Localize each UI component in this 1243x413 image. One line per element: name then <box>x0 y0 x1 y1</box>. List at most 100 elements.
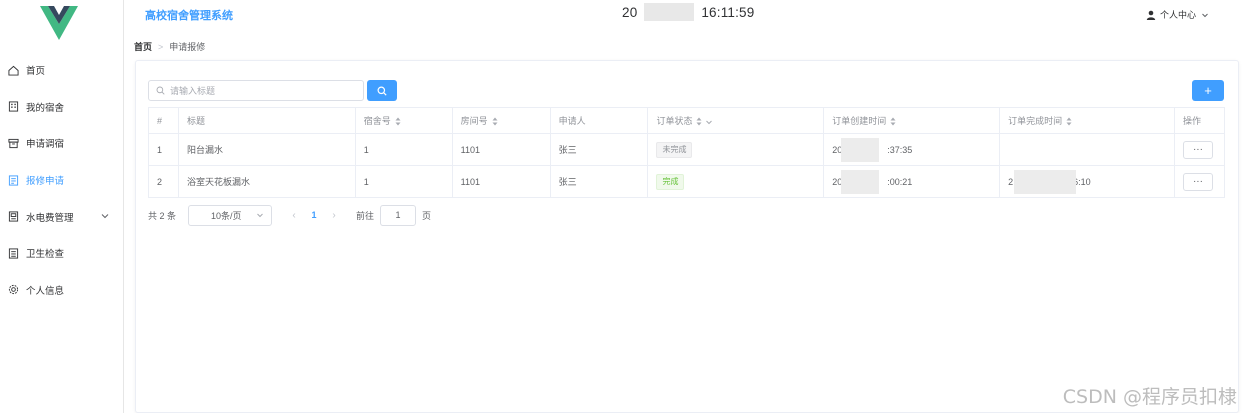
sidebar-item-utility[interactable]: 水电费管理 <box>0 198 124 235</box>
breadcrumb: 首页 > 申请报修 <box>134 40 205 53</box>
column-header: # <box>148 107 179 134</box>
filter-chevron-icon[interactable] <box>705 118 713 126</box>
user-center-dropdown[interactable]: 个人中心 <box>1146 8 1209 21</box>
cell-applicant: 张三 <box>550 133 649 166</box>
sidebar-item-home[interactable]: 首页 <box>0 52 124 89</box>
search-input[interactable] <box>170 85 350 96</box>
sidebar-item-repair[interactable]: 报修申请 <box>0 162 124 199</box>
gear-icon <box>7 284 19 296</box>
cell-title: 浴室天花板漏水 <box>178 165 356 198</box>
goto-label: 前往 <box>356 210 375 221</box>
add-button[interactable]: + <box>1192 80 1224 101</box>
column-header[interactable]: 订单状态 <box>647 107 825 134</box>
user-icon <box>1146 10 1156 20</box>
pagination: 共 2 条 10条/页 ‹ 1 › 前往 页 <box>148 204 431 226</box>
sidebar-item-label: 个人信息 <box>26 285 65 297</box>
sort-icon[interactable] <box>395 117 401 126</box>
redaction-mask <box>644 3 694 21</box>
chevron-down-icon <box>101 214 109 219</box>
cell-ops: ··· <box>1174 133 1226 166</box>
app-root: 首页 我的宿舍 申请调宿 报修申请 水电费管理 卫生检查 个人信息 高校宿舍管理… <box>0 0 1243 413</box>
table-header-row: # 标题 宿舍号 房间号 申请人 订单状态 订单创建时间 订单完成时间 操作 <box>148 107 1226 134</box>
redaction-mask <box>841 137 880 162</box>
meter-icon <box>7 211 19 223</box>
search-box[interactable] <box>148 80 364 101</box>
repair-table: # 标题 宿舍号 房间号 申请人 订单状态 订单创建时间 订单完成时间 操作 1… <box>148 107 1226 198</box>
more-actions-button[interactable]: ··· <box>1182 172 1213 191</box>
clock-date: 20 <box>622 5 638 20</box>
clock-time: 16:11:59 <box>701 5 755 20</box>
sidebar-item-my-dorm[interactable]: 我的宿舍 <box>0 89 124 126</box>
breadcrumb-separator-icon: > <box>158 41 164 52</box>
status-badge: 完成 <box>656 173 685 190</box>
document-icon <box>7 174 19 186</box>
sidebar-menu: 首页 我的宿舍 申请调宿 报修申请 水电费管理 卫生检查 个人信息 <box>0 52 124 308</box>
goto-page-input[interactable] <box>380 204 417 226</box>
search-button[interactable] <box>367 80 397 101</box>
breadcrumb-home[interactable]: 首页 <box>134 40 152 53</box>
sort-icon[interactable] <box>696 117 702 126</box>
cell-room: 1101 <box>452 165 551 198</box>
watermark: CSDN @程序员扣棣 <box>1062 386 1237 408</box>
cell-created: 20:37:35 <box>823 133 1001 166</box>
cell-finished <box>999 133 1175 166</box>
column-header[interactable]: 订单完成时间 <box>999 107 1175 134</box>
sidebar-item-label: 我的宿舍 <box>26 102 65 114</box>
home-icon <box>7 64 19 76</box>
cell-index: 1 <box>148 133 179 166</box>
cell-dorm: 1 <box>355 133 453 166</box>
created-suffix: :37:35 <box>887 144 913 155</box>
more-actions-button[interactable]: ··· <box>1182 140 1213 159</box>
cell-applicant: 张三 <box>550 165 649 198</box>
sidebar-item-profile[interactable]: 个人信息 <box>0 272 124 309</box>
sidebar-item-label: 水电费管理 <box>26 212 74 224</box>
page-size-value: 10条/页 <box>211 210 242 221</box>
column-header: 申请人 <box>550 107 649 134</box>
sort-icon[interactable] <box>492 117 498 126</box>
sidebar-item-hygiene[interactable]: 卫生检查 <box>0 235 124 272</box>
cell-ops: ··· <box>1174 165 1226 198</box>
next-page-button[interactable]: › <box>326 210 342 221</box>
sidebar-item-label: 首页 <box>26 66 46 78</box>
sidebar-item-dorm-change[interactable]: 申请调宿 <box>0 125 124 162</box>
cell-dorm: 1 <box>355 165 453 198</box>
cell-finished: 2 6:10 <box>999 165 1175 198</box>
column-header[interactable]: 宿舍号 <box>355 107 453 134</box>
sort-icon[interactable] <box>1066 117 1072 126</box>
sidebar-item-label: 卫生检查 <box>26 249 65 261</box>
cell-status: 完成 <box>647 165 825 198</box>
app-title: 高校宿舍管理系统 <box>145 10 233 22</box>
redaction-mask <box>841 169 880 194</box>
sidebar-item-label: 报修申请 <box>26 176 65 188</box>
column-header: 操作 <box>1174 107 1226 134</box>
chevron-down-icon <box>1202 13 1208 17</box>
cell-title: 阳台漏水 <box>178 133 356 166</box>
sidebar: 首页 我的宿舍 申请调宿 报修申请 水电费管理 卫生检查 个人信息 <box>0 0 124 413</box>
cell-created: 20:00:21 <box>823 165 1001 198</box>
cell-room: 1101 <box>452 133 551 166</box>
table-row: 2 浴室天花板漏水 1 1101 张三 完成 20:00:21 2 6:10 ··… <box>148 165 1226 198</box>
top-header: 高校宿舍管理系统 20 16:11:59 个人中心 <box>125 0 1243 30</box>
user-menu-label: 个人中心 <box>1160 10 1197 20</box>
chevron-down-icon <box>257 213 263 218</box>
search-icon <box>156 86 165 95</box>
sort-icon[interactable] <box>890 117 896 126</box>
search-icon <box>377 86 387 96</box>
finished-prefix: 2 <box>1008 176 1014 187</box>
redaction-mask <box>1014 169 1077 194</box>
building-icon <box>7 101 19 113</box>
page-unit-label: 页 <box>422 210 432 221</box>
cell-status: 未完成 <box>647 133 825 166</box>
column-header[interactable]: 订单创建时间 <box>823 107 1001 134</box>
page-size-select[interactable]: 10条/页 <box>188 204 273 226</box>
prev-page-button[interactable]: ‹ <box>286 210 302 221</box>
page-number[interactable]: 1 <box>304 210 324 220</box>
sidebar-item-label: 申请调宿 <box>26 139 65 151</box>
box-icon <box>7 137 19 149</box>
pagination-total: 共 2 条 <box>148 210 177 221</box>
plus-icon: + <box>1204 83 1212 98</box>
cell-index: 2 <box>148 165 179 198</box>
table-row: 1 阳台漏水 1 1101 张三 未完成 20:37:35 ··· <box>148 133 1226 166</box>
column-header[interactable]: 房间号 <box>452 107 551 134</box>
status-badge: 未完成 <box>656 141 693 158</box>
